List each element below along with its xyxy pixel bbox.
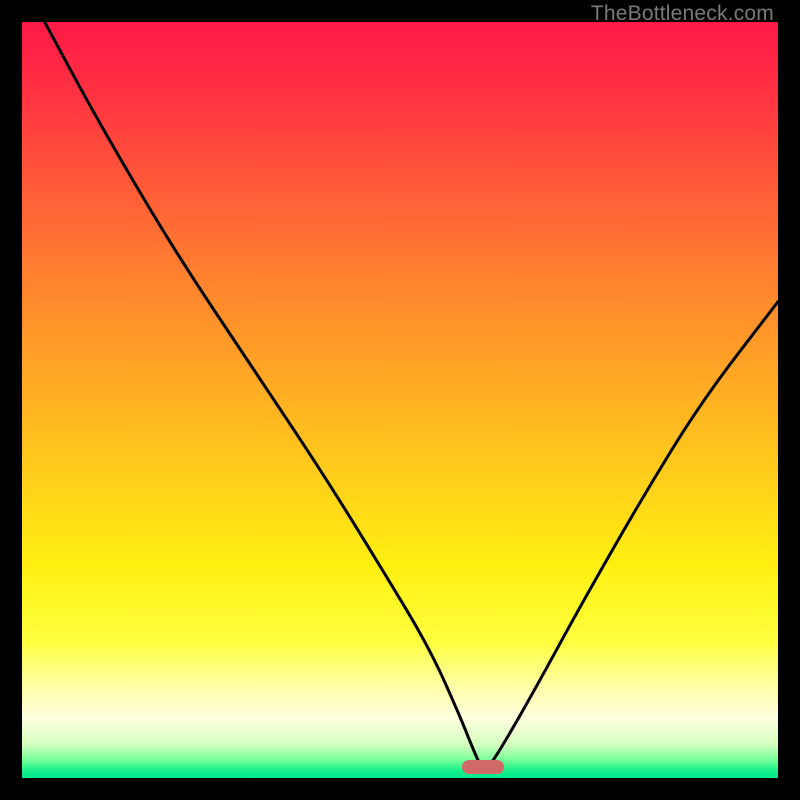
- optimum-marker: [462, 760, 504, 774]
- chart-background-gradient: [22, 22, 778, 778]
- watermark-text: TheBottleneck.com: [591, 2, 774, 26]
- chart-frame: [22, 22, 778, 778]
- chart-plot: [22, 22, 778, 778]
